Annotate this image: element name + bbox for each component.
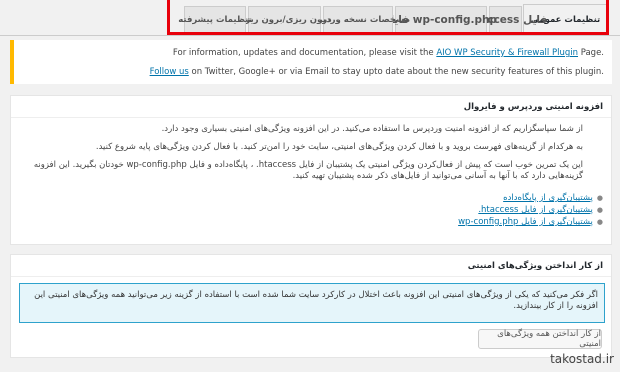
nav-tab-bar: تنظیمات عمومی .htaccess فایل wp-config.p… xyxy=(0,0,620,36)
backup-htaccess-link[interactable]: پشتیبان‌گیری از فایل htaccess. xyxy=(478,205,593,215)
list-item: ● پشتیبان‌گیری از پایگاه‌داده xyxy=(458,192,603,204)
list-item: ● پشتیبان‌گیری از فایل htaccess. xyxy=(458,204,603,216)
backup-links-list: ● پشتیبان‌گیری از پایگاه‌داده ● پشتیبان‌گی… xyxy=(458,192,603,228)
bullet-icon: ● xyxy=(596,218,603,226)
disable-info-message: اگر فکر می‌کنید که یکی از ویژگی‌های امنی… xyxy=(19,283,605,323)
backup-database-link[interactable]: پشتیبان‌گیری از پایگاه‌داده xyxy=(503,193,593,203)
bullet-icon: ● xyxy=(596,206,603,214)
follow-us-link[interactable]: Follow us xyxy=(150,67,189,77)
plugin-info-notice: For information, updates and documentati… xyxy=(10,40,612,84)
tabs-highlight-frame xyxy=(167,0,609,35)
about-postbox: افزونه امنیتی وردپرس و فایروال از شما سپ… xyxy=(10,95,612,245)
notice-line2-text: on Twitter, Google+ or via Email to stay… xyxy=(188,67,604,77)
about-postbox-title: افزونه امنیتی وردپرس و فایروال xyxy=(11,96,611,118)
notice-line1-text: For information, updates and documentati… xyxy=(172,48,437,58)
about-paragraph-1: از شما سپاسگزاریم که از افزونه امنیت ورد… xyxy=(161,124,583,134)
about-paragraph-3: این یک تمرین خوب است که پیش از فعال‌کردن… xyxy=(33,160,583,181)
bullet-icon: ● xyxy=(596,194,603,202)
plugin-page-link[interactable]: AIO WP Security & Firewall Plugin xyxy=(436,48,578,58)
list-item: ● پشتیبان‌گیری از فایل wp-config.php xyxy=(458,216,603,228)
notice-line1-end: Page. xyxy=(578,48,604,58)
watermark: takostad.ir xyxy=(550,352,614,366)
backup-wpconfig-link[interactable]: پشتیبان‌گیری از فایل wp-config.php xyxy=(458,217,593,227)
disable-features-postbox: از کار انداختن ویژگی‌های امنیتی اگر فکر … xyxy=(10,254,612,358)
about-paragraph-2: به هرکدام از گزینه‌های فهرست بروید و با … xyxy=(95,142,583,152)
disable-postbox-title: از کار انداختن ویژگی‌های امنیتی xyxy=(11,255,611,277)
disable-all-features-button[interactable]: از کار انداختن همه ویژگی‌های امنیتی xyxy=(478,329,602,349)
